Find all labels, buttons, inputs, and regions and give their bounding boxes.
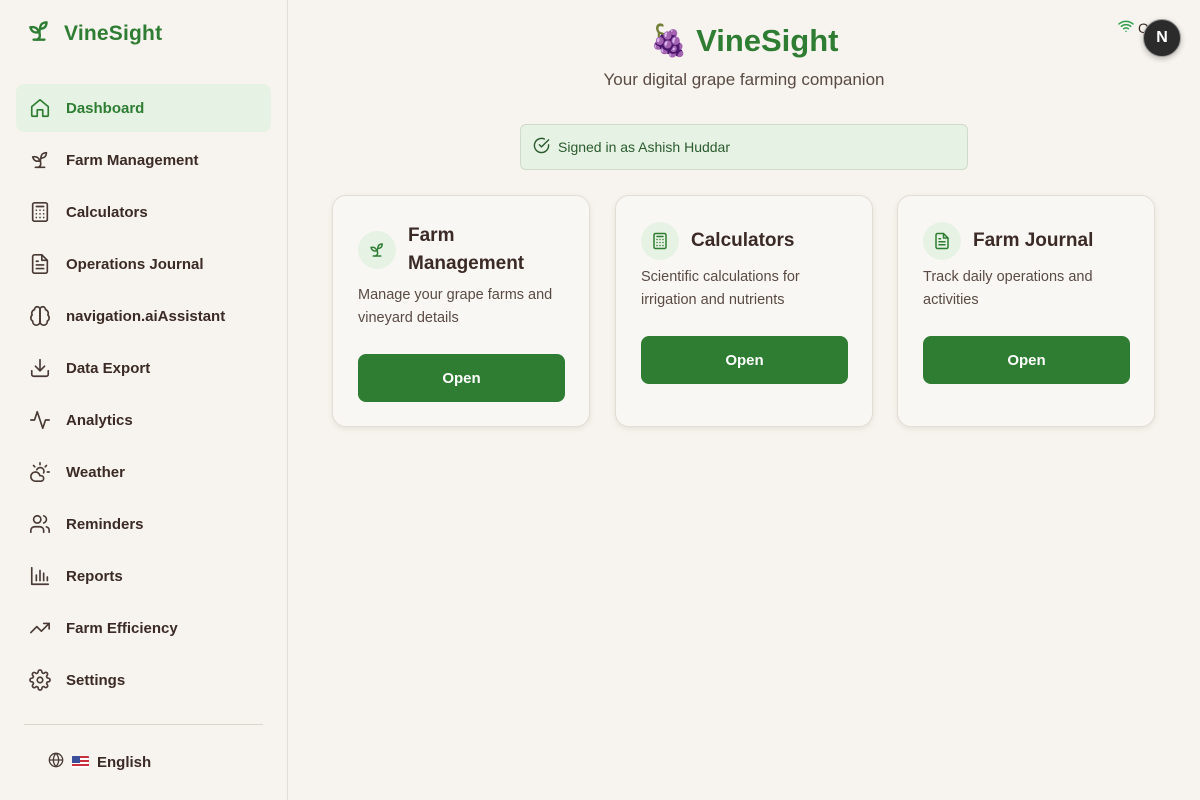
language-selector[interactable]: English: [48, 752, 151, 772]
main-content: 🍇 VineSight Your digital grape farming c…: [288, 0, 1200, 800]
sidebar-item-label: Farm Efficiency: [66, 619, 178, 637]
card-calculators: Calculators Scientific calculations for …: [615, 195, 873, 427]
card-description: Track daily operations and activities: [923, 269, 1093, 308]
card-header: Farm Management: [358, 222, 564, 278]
globe-icon: [48, 752, 64, 772]
sidebar: VineSight Dashboard Farm Management Calc…: [0, 0, 288, 800]
sidebar-item-label: navigation.aiAssistant: [66, 307, 226, 325]
sidebar-item-label: Reports: [66, 567, 123, 585]
card-header: Calculators: [641, 222, 847, 260]
sidebar-item-label: Operations Journal: [66, 255, 204, 273]
signed-in-banner: Signed in as Ashish Huddar: [520, 124, 968, 170]
sidebar-item-label: Weather: [66, 463, 125, 481]
sidebar-divider: [24, 724, 263, 725]
sidebar-item-farm-management[interactable]: Farm Management: [16, 136, 271, 184]
calculator-icon: [28, 200, 52, 224]
gear-icon: [28, 668, 52, 692]
avatar[interactable]: N: [1143, 19, 1181, 57]
signed-in-text: Signed in as Ashish Huddar: [558, 139, 730, 155]
card-title: Farm Management: [408, 225, 525, 274]
file-text-icon: [923, 222, 961, 260]
sidebar-item-ai-assistant[interactable]: navigation.aiAssistant: [16, 292, 271, 340]
sidebar-nav: Dashboard Farm Management Calculators Op…: [16, 84, 271, 708]
trending-up-icon: [28, 616, 52, 640]
open-calculators-button[interactable]: Open: [641, 336, 848, 384]
sidebar-item-farm-efficiency[interactable]: Farm Efficiency: [16, 604, 271, 652]
sidebar-item-label: Settings: [66, 671, 126, 689]
card-description: Manage your grape farms and vineyard det…: [358, 287, 553, 326]
activity-icon: [28, 408, 52, 432]
open-farm-journal-button[interactable]: Open: [923, 336, 1130, 384]
sidebar-item-settings[interactable]: Settings: [16, 656, 271, 704]
brand[interactable]: VineSight: [26, 18, 162, 49]
grapes-icon: 🍇: [649, 23, 689, 58]
sidebar-item-label: Farm Management: [66, 151, 199, 169]
users-icon: [28, 512, 52, 536]
sidebar-item-reports[interactable]: Reports: [16, 552, 271, 600]
file-text-icon: [28, 252, 52, 276]
bar-chart-icon: [28, 564, 52, 588]
sidebar-item-calculators[interactable]: Calculators: [16, 188, 271, 236]
card-header: Farm Journal: [923, 222, 1129, 260]
page-title-text: VineSight: [696, 22, 839, 58]
page-title: 🍇 VineSight: [288, 22, 1200, 59]
sidebar-item-dashboard[interactable]: Dashboard: [16, 84, 271, 132]
sidebar-item-data-export[interactable]: Data Export: [16, 344, 271, 392]
card-title: Calculators: [691, 230, 795, 251]
app-root: VineSight Dashboard Farm Management Calc…: [0, 0, 1200, 800]
language-label: English: [97, 753, 152, 771]
cloud-sun-icon: [28, 460, 52, 484]
sidebar-item-weather[interactable]: Weather: [16, 448, 271, 496]
brain-icon: [28, 304, 52, 328]
brand-name: VineSight: [64, 21, 163, 45]
sidebar-item-label: Analytics: [66, 411, 133, 429]
calculator-icon: [641, 222, 679, 260]
sidebar-item-label: Reminders: [66, 515, 144, 533]
card-title: Farm Journal: [973, 230, 1094, 251]
home-icon: [28, 96, 52, 120]
card-farm-management: Farm Management Manage your grape farms …: [332, 195, 590, 427]
sprout-icon: [28, 148, 52, 172]
wifi-icon: [1118, 18, 1134, 37]
sidebar-item-label: Calculators: [66, 203, 148, 221]
sprout-icon: [26, 18, 52, 49]
sidebar-item-operations-journal[interactable]: Operations Journal: [16, 240, 271, 288]
open-farm-management-button[interactable]: Open: [358, 354, 565, 402]
page-subtitle: Your digital grape farming companion: [603, 70, 885, 89]
us-flag-icon: [72, 756, 89, 768]
check-circle-icon: [533, 137, 550, 157]
sidebar-item-label: Dashboard: [66, 99, 145, 117]
sprout-icon: [358, 231, 396, 269]
card-description: Scientific calculations for irrigation a…: [641, 269, 800, 308]
sidebar-item-reminders[interactable]: Reminders: [16, 500, 271, 548]
card-farm-journal: Farm Journal Track daily operations and …: [897, 195, 1155, 427]
sidebar-item-label: Data Export: [66, 359, 151, 377]
download-icon: [28, 356, 52, 380]
sidebar-item-analytics[interactable]: Analytics: [16, 396, 271, 444]
